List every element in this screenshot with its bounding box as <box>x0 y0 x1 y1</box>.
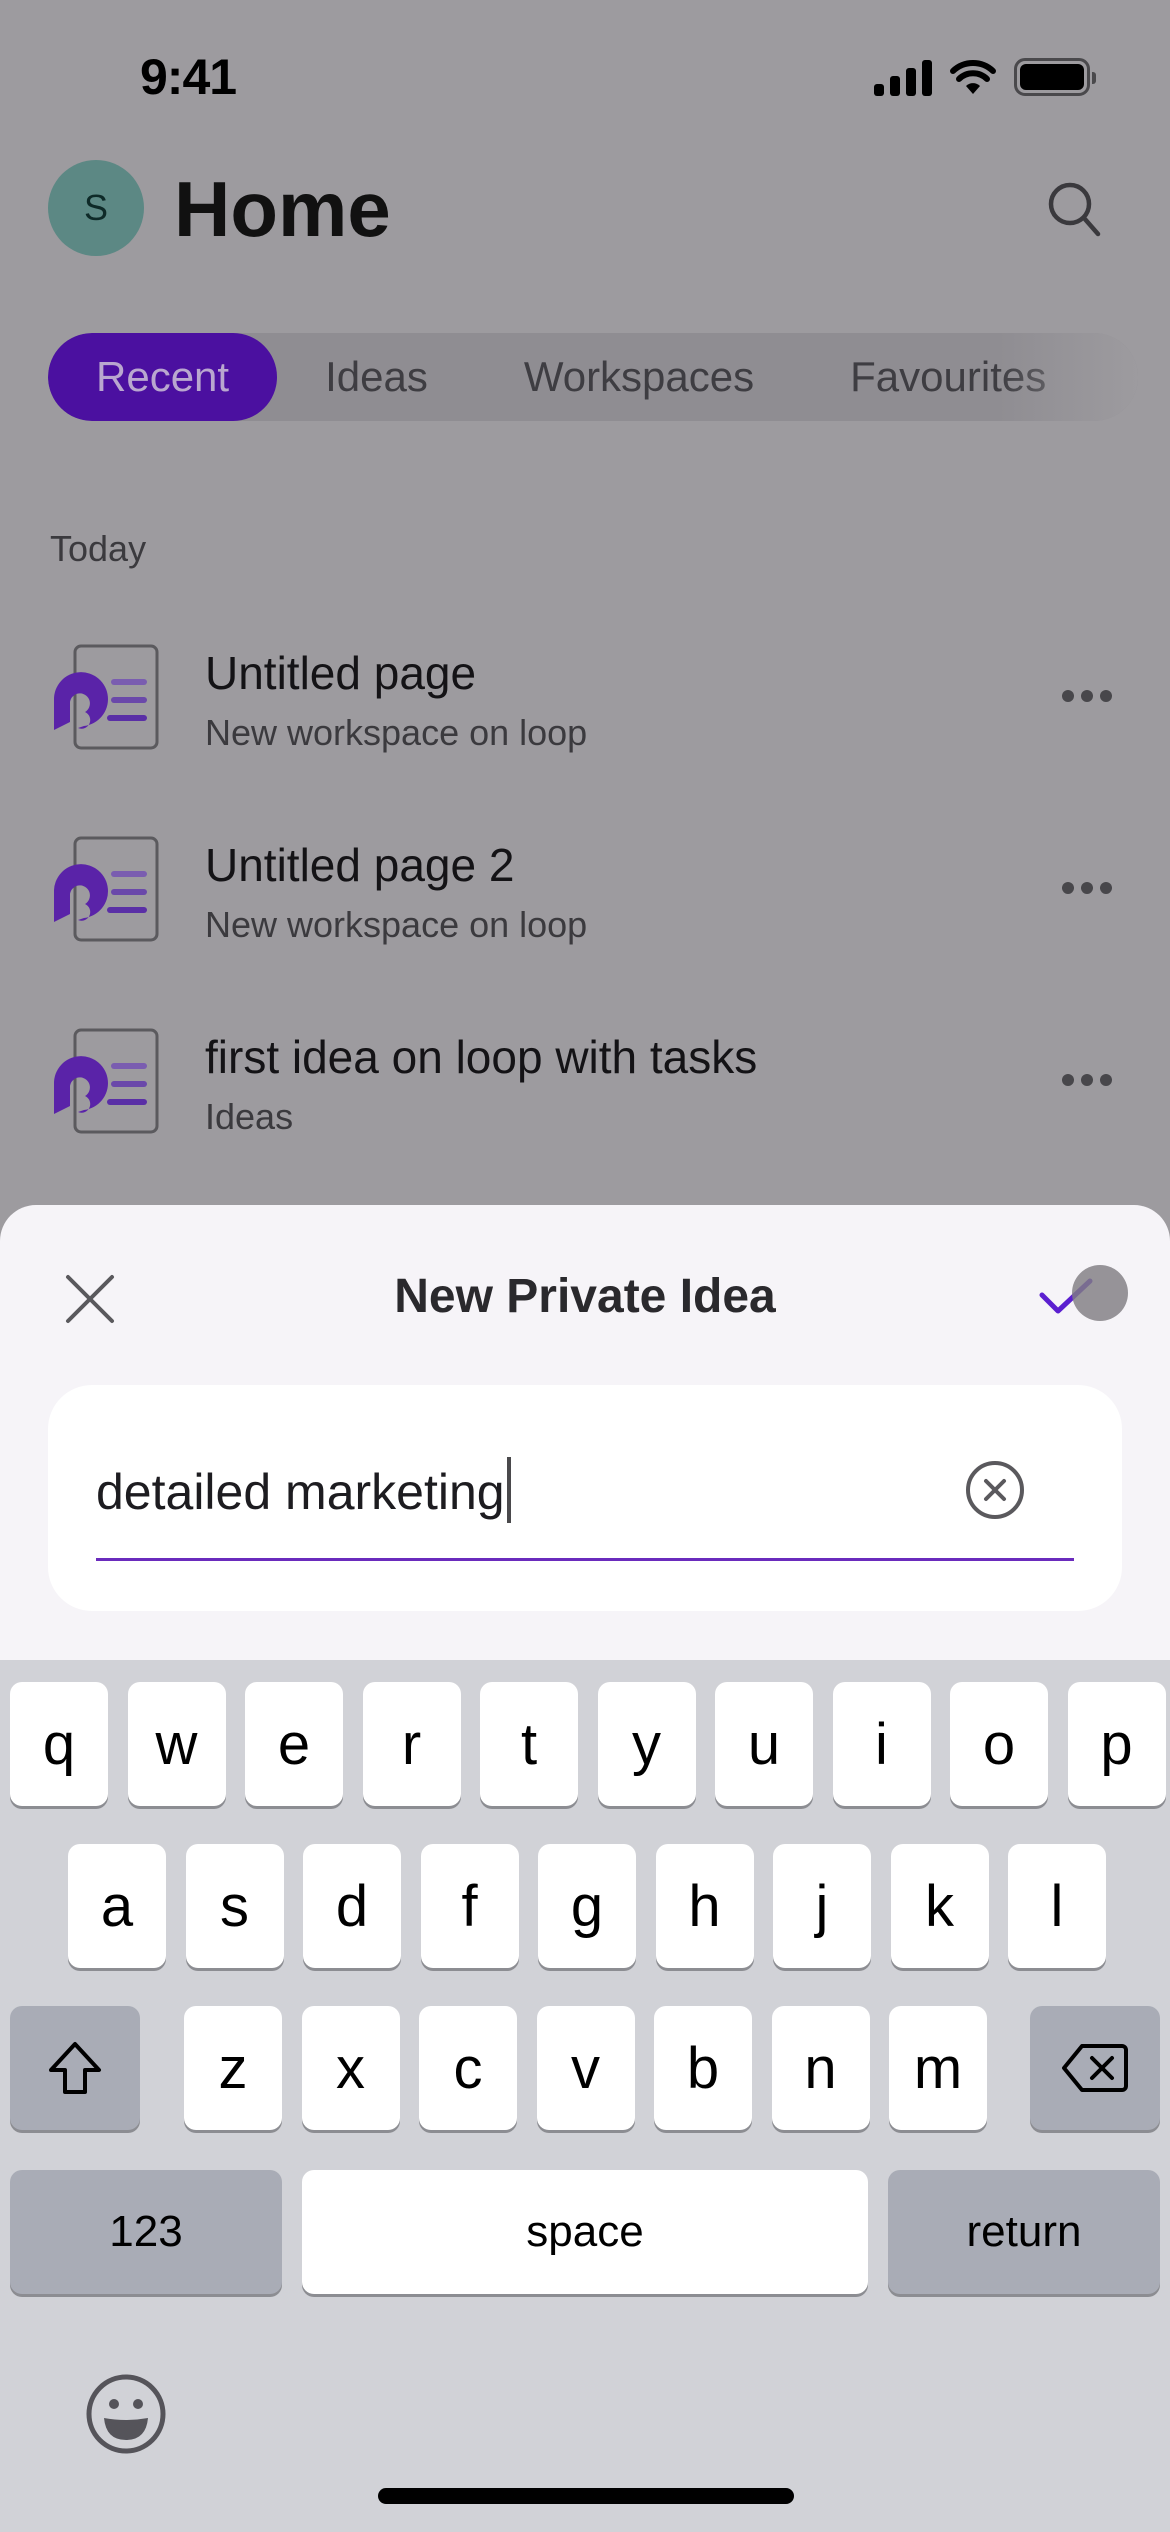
key-d[interactable]: d <box>303 1844 401 1968</box>
key-x[interactable]: x <box>301 2006 400 2130</box>
more-options-button[interactable] <box>1062 1074 1112 1086</box>
battery-icon <box>1014 58 1096 96</box>
item-title: first idea on loop with tasks <box>205 1031 758 1083</box>
more-options-button[interactable] <box>1062 690 1112 702</box>
item-subtitle: New workspace on loop <box>205 904 588 945</box>
item-subtitle: Ideas <box>205 1096 294 1137</box>
list-item[interactable]: Untitled page New workspace on loop <box>0 610 1170 802</box>
wifi-icon <box>950 60 996 94</box>
key-s[interactable]: s <box>185 1844 284 1968</box>
avatar[interactable]: S <box>48 160 144 256</box>
key-p[interactable]: p <box>1067 1682 1166 1806</box>
loop-page-icon <box>53 836 159 942</box>
list-item[interactable]: first idea on loop with tasks Ideas <box>0 994 1170 1186</box>
emoji-button[interactable] <box>84 2372 168 2456</box>
key-h[interactable]: h <box>655 1844 754 1968</box>
key-m[interactable]: m <box>889 2006 987 2130</box>
item-title: Untitled page 2 <box>205 839 515 891</box>
status-icons <box>874 58 1096 96</box>
key-e[interactable]: e <box>245 1682 343 1806</box>
key-a[interactable]: a <box>68 1844 166 1968</box>
space-key[interactable]: space <box>302 2170 868 2294</box>
home-indicator <box>378 2488 794 2504</box>
search-icon <box>1048 182 1101 237</box>
text-caret <box>506 1457 511 1523</box>
key-f[interactable]: f <box>420 1844 519 1968</box>
key-j[interactable]: j <box>773 1844 871 1968</box>
backspace-key[interactable] <box>1030 2006 1160 2130</box>
key-v[interactable]: v <box>536 2006 635 2130</box>
tab-bar: Recent Ideas Workspaces Favourites <box>48 333 1138 421</box>
item-title: Untitled page <box>205 647 477 699</box>
item-subtitle: New workspace on loop <box>205 712 588 753</box>
key-b[interactable]: b <box>654 2006 752 2130</box>
clear-circle-icon <box>966 1461 1024 1519</box>
shift-key[interactable] <box>10 2006 140 2130</box>
return-key[interactable]: return <box>888 2170 1160 2294</box>
search-button[interactable] <box>1040 174 1110 244</box>
numbers-key[interactable]: 123 <box>10 2170 282 2294</box>
key-o[interactable]: o <box>950 1682 1048 1806</box>
section-label-today: Today <box>50 528 147 569</box>
key-z[interactable]: z <box>184 2006 282 2130</box>
status-bar: 9:41 <box>0 0 1170 150</box>
idea-title-input[interactable] <box>96 1457 856 1527</box>
cellular-signal-icon <box>874 60 932 96</box>
key-k[interactable]: k <box>890 1844 989 1968</box>
key-t[interactable]: t <box>480 1682 578 1806</box>
key-r[interactable]: r <box>362 1682 461 1806</box>
sheet-title: New Private Idea <box>394 1270 776 1323</box>
clear-text-button[interactable] <box>964 1459 1026 1521</box>
tab-workspaces[interactable]: Workspaces <box>476 333 802 421</box>
key-n[interactable]: n <box>771 2006 870 2130</box>
tab-ideas[interactable]: Ideas <box>277 333 476 421</box>
more-options-button[interactable] <box>1062 882 1112 894</box>
status-time: 9:41 <box>140 49 237 105</box>
touch-indicator <box>1072 1265 1128 1321</box>
recent-list: Untitled page New workspace on loop Unti… <box>0 610 1170 1186</box>
loop-page-icon <box>53 1028 159 1134</box>
key-i[interactable]: i <box>832 1682 931 1806</box>
idea-title-card <box>48 1385 1122 1611</box>
key-q[interactable]: q <box>10 1682 108 1806</box>
header: S Home <box>0 160 1170 260</box>
key-g[interactable]: g <box>538 1844 636 1968</box>
confirm-button[interactable] <box>1028 1257 1128 1337</box>
shift-icon <box>49 2042 101 2094</box>
key-y[interactable]: y <box>597 1682 696 1806</box>
page-title: Home <box>174 165 391 253</box>
loop-page-icon <box>53 644 159 750</box>
input-underline <box>96 1558 1074 1561</box>
key-c[interactable]: c <box>419 2006 517 2130</box>
backspace-icon <box>1062 2044 1128 2092</box>
list-item[interactable]: Untitled page 2 New workspace on loop <box>0 802 1170 994</box>
keyboard: 123 space return qwertyuiop asdfghjkl zxcv… <box>0 1660 1170 2532</box>
emoji-icon <box>86 2374 166 2454</box>
tab-recent[interactable]: Recent <box>48 333 278 421</box>
key-l[interactable]: l <box>1008 1844 1106 1968</box>
avatar-initial: S <box>83 187 108 228</box>
key-u[interactable]: u <box>715 1682 813 1806</box>
key-w[interactable]: w <box>127 1682 226 1806</box>
tab-favourites[interactable]: Favourites <box>802 333 1094 421</box>
